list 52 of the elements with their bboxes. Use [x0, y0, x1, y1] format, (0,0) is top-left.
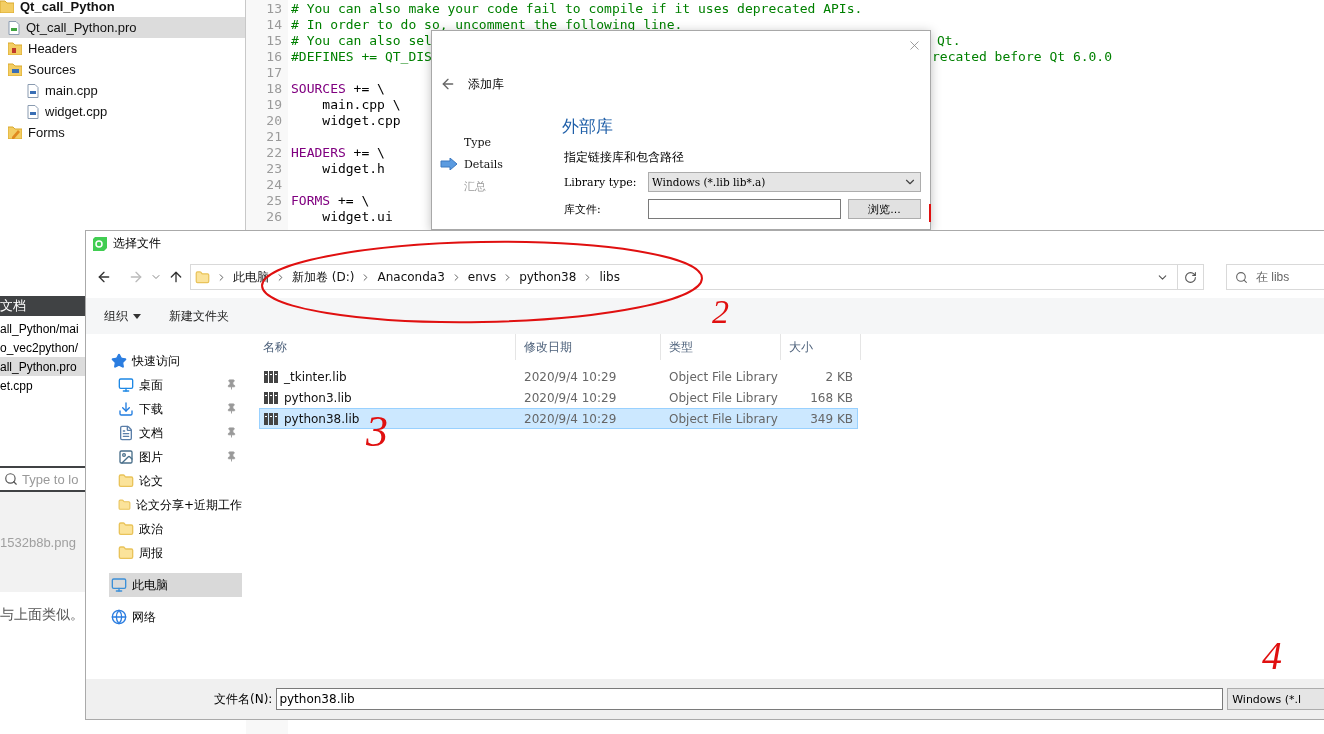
- field-label: 文件名(N):: [214, 690, 273, 708]
- line-number: 14: [265, 17, 283, 33]
- line-number: 18: [265, 81, 283, 97]
- file-size: 349 KB: [810, 411, 853, 426]
- code-comment: recated before Qt 6.0.0: [932, 49, 1112, 65]
- code-text: HEADERS += \: [291, 145, 385, 160]
- line-number: 22: [265, 145, 283, 161]
- field-label: Library type:: [564, 175, 638, 189]
- paragraph-text: 与上面类似。: [0, 606, 84, 624]
- code-text: main.cpp \: [321, 97, 401, 112]
- code-comment: # You can also sel: [291, 33, 432, 48]
- page-subtitle: 指定链接库和包含路径: [564, 149, 685, 166]
- file-type: Object File Library: [669, 369, 778, 384]
- file-date: 2020/9/4 10:29: [524, 411, 617, 426]
- code-comment: # You can also make your code fail to compile if it uses deprecated APIs.: [291, 1, 863, 16]
- wizard-step: 汇总: [464, 178, 486, 194]
- file-type: Object File Library: [669, 390, 778, 405]
- code-text: widget.h: [321, 161, 385, 176]
- dialog-title: 选择文件: [113, 235, 161, 252]
- line-number: 15: [265, 33, 283, 49]
- annotation-number: 4: [1262, 636, 1282, 676]
- file-name: _tkinter.lib: [284, 369, 347, 384]
- line-number: 21: [265, 129, 283, 145]
- line-number: 13: [265, 1, 283, 17]
- line-number: 25: [265, 193, 283, 209]
- file-date: 2020/9/4 10:29: [524, 390, 617, 405]
- page-heading: 外部库: [562, 115, 614, 138]
- line-number: 17: [265, 65, 283, 81]
- file-size: 2 KB: [825, 369, 853, 384]
- file-size: 168 KB: [810, 390, 853, 405]
- code-text: SOURCES += \: [291, 81, 385, 96]
- code-comment: Qt.: [937, 33, 961, 49]
- code-text: FORMS += \: [291, 193, 370, 208]
- code-text: widget.ui: [321, 209, 393, 224]
- code-text: widget.cpp: [321, 113, 401, 128]
- image-filename: 1532b8b.png: [0, 534, 76, 550]
- wizard-step: Details: [464, 157, 503, 171]
- wizard-step: Type: [464, 135, 492, 149]
- file-type: Object File Library: [669, 411, 778, 426]
- file-name: python38.lib: [284, 411, 360, 426]
- code-comment: #DEFINES += QT_DIS: [291, 49, 432, 64]
- wizard-title: 添加库: [468, 75, 504, 93]
- line-number: 26: [265, 209, 283, 225]
- file-name: python3.lib: [284, 390, 352, 405]
- line-number: 24: [265, 177, 283, 193]
- file-date: 2020/9/4 10:29: [524, 369, 617, 384]
- annotation-number: 2: [712, 295, 729, 329]
- line-number: 23: [265, 161, 283, 177]
- line-number: 16: [265, 49, 283, 65]
- line-number: 19: [265, 97, 283, 113]
- field-label: 库文件:: [564, 201, 602, 217]
- line-number: 20: [265, 113, 283, 129]
